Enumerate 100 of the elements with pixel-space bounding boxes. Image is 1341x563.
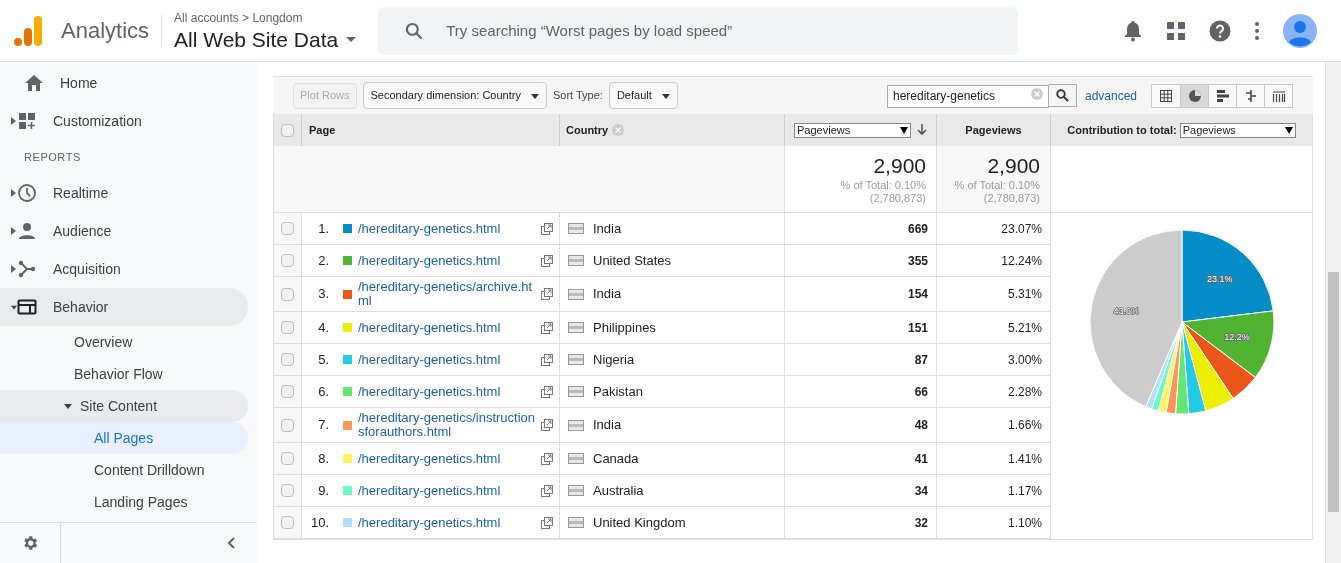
- row-checkbox[interactable]: [281, 516, 294, 529]
- caret-icon: [661, 91, 670, 100]
- flag-icon: [568, 255, 584, 266]
- page-link[interactable]: /hereditary-genetics.html: [358, 221, 538, 236]
- nav-item[interactable]: Customization: [0, 102, 248, 140]
- row-checkbox[interactable]: [281, 452, 294, 465]
- select-all-checkbox[interactable]: [281, 123, 294, 137]
- row-checkbox[interactable]: [281, 353, 294, 366]
- total-count: (2,780,873): [869, 192, 926, 205]
- bar-view-icon: [1215, 88, 1230, 103]
- view-toggle[interactable]: [1180, 84, 1208, 107]
- sort-descending-icon[interactable]: [917, 124, 927, 136]
- expand-arrow-icon[interactable]: [11, 189, 16, 197]
- row-checkbox[interactable]: [281, 385, 294, 398]
- more-icon[interactable]: [1255, 21, 1259, 40]
- open-in-new-icon[interactable]: [541, 385, 553, 398]
- column-header[interactable]: Country: [566, 121, 609, 139]
- search-button[interactable]: [1048, 84, 1077, 107]
- row-checkbox[interactable]: [281, 321, 294, 334]
- page-link[interactable]: /hereditary-genetics.html: [358, 451, 538, 466]
- secondary-dimension-dropdown[interactable]: Secondary dimension: Country: [362, 82, 547, 109]
- window-icon: [17, 297, 37, 317]
- sort-type-label: Sort Type:: [552, 88, 603, 104]
- branch-icon: [17, 259, 37, 279]
- caret-icon: [530, 91, 539, 100]
- row-checkbox[interactable]: [281, 418, 294, 432]
- page-link[interactable]: /hereditary-genetics.html: [358, 483, 538, 498]
- open-in-new-icon[interactable]: [541, 321, 553, 334]
- open-in-new-icon[interactable]: [541, 288, 553, 300]
- total-value: 2,900: [987, 153, 1040, 179]
- notifications-icon[interactable]: [1123, 19, 1143, 42]
- nav-item[interactable]: Behavior: [0, 288, 248, 326]
- open-in-new-icon[interactable]: [541, 452, 553, 465]
- nav-item[interactable]: Site Content: [0, 390, 248, 422]
- country-name: India: [593, 219, 622, 238]
- flag-icon: [568, 419, 584, 431]
- open-in-new-icon[interactable]: [541, 222, 553, 235]
- flag-icon: [568, 485, 584, 496]
- page-link[interactable]: /hereditary-genetics/archive.html: [358, 280, 538, 308]
- row-checkbox[interactable]: [281, 222, 294, 235]
- search-field[interactable]: Try searching “Worst pages by load speed”: [378, 6, 1019, 55]
- total-value: 2,900: [873, 153, 926, 179]
- filter-field[interactable]: hereditary-genetics: [886, 84, 1049, 108]
- expand-arrow-icon[interactable]: [11, 265, 16, 273]
- row-checkbox[interactable]: [281, 287, 294, 301]
- collapse-icon[interactable]: [227, 537, 235, 549]
- expand-arrow-icon[interactable]: [11, 117, 16, 125]
- row-number: 1.: [317, 219, 329, 238]
- flag-icon: [568, 322, 584, 333]
- country-name: Pakistan: [593, 382, 643, 401]
- nav-item[interactable]: Home: [0, 64, 248, 102]
- total-percent: % of Total: 0.10%: [954, 179, 1040, 192]
- section-heading: REPORTS: [23, 149, 82, 165]
- table-cell-text: 66: [914, 383, 928, 401]
- contribution-dropdown[interactable]: Pageviews: [1179, 122, 1296, 138]
- expand-arrow-icon[interactable]: [11, 227, 16, 235]
- column-header[interactable]: Page: [309, 121, 336, 139]
- table-cell-text: 1.17%: [1007, 482, 1042, 500]
- open-in-new-icon[interactable]: [541, 516, 553, 529]
- open-in-new-icon[interactable]: [541, 353, 553, 366]
- nav-item[interactable]: Behavior Flow: [0, 358, 248, 390]
- account-breadcrumb[interactable]: All accounts > Longdom: [174, 8, 357, 27]
- metric-dropdown[interactable]: Pageviews: [794, 122, 911, 138]
- apps-icon[interactable]: [1167, 21, 1185, 40]
- scrollbar-thumb[interactable]: [1328, 272, 1339, 512]
- page-link[interactable]: /hereditary-genetics.html: [358, 515, 538, 530]
- expand-arrow-icon[interactable]: [64, 403, 72, 409]
- search-icon: [404, 20, 425, 41]
- nav-item[interactable]: All Pages: [0, 422, 248, 454]
- home-icon: [24, 73, 44, 93]
- avatar-icon[interactable]: [1283, 13, 1317, 48]
- table-cell-text: 154: [907, 286, 928, 303]
- open-in-new-icon[interactable]: [541, 254, 553, 267]
- flag-icon: [568, 354, 584, 365]
- nav-item[interactable]: Audience: [0, 212, 248, 250]
- page-link[interactable]: /hereditary-genetics.html: [358, 352, 538, 367]
- caret-icon: [1284, 126, 1293, 134]
- country-name: Australia: [593, 481, 644, 500]
- nav-item[interactable]: Landing Pages: [0, 486, 248, 518]
- page-link[interactable]: /hereditary-genetics/instructionsforauthors.html: [358, 411, 538, 439]
- column-header[interactable]: Pageviews: [965, 121, 1022, 139]
- nav-item[interactable]: Overview: [0, 326, 248, 358]
- nav-item[interactable]: Acquisition: [0, 250, 248, 288]
- row-checkbox[interactable]: [281, 254, 294, 267]
- nav-item[interactable]: Content Drilldown: [0, 454, 248, 486]
- property-selector[interactable]: All Web Site Data: [174, 26, 357, 53]
- open-in-new-icon[interactable]: [541, 484, 553, 497]
- country-name: Philippines: [593, 318, 656, 337]
- sort-type-dropdown[interactable]: Default: [608, 82, 678, 109]
- expand-arrow-icon[interactable]: [11, 304, 17, 310]
- page-link[interactable]: /hereditary-genetics.html: [358, 253, 538, 268]
- flag-icon: [568, 386, 584, 397]
- open-in-new-icon[interactable]: [541, 419, 553, 431]
- help-icon[interactable]: [1209, 19, 1231, 42]
- page-link[interactable]: /hereditary-genetics.html: [358, 320, 538, 335]
- nav-item[interactable]: Realtime: [0, 174, 248, 212]
- advanced-link[interactable]: advanced: [1084, 86, 1137, 105]
- page-link[interactable]: /hereditary-genetics.html: [358, 384, 538, 399]
- row-checkbox[interactable]: [281, 484, 294, 497]
- product-name: Analytics: [61, 17, 150, 45]
